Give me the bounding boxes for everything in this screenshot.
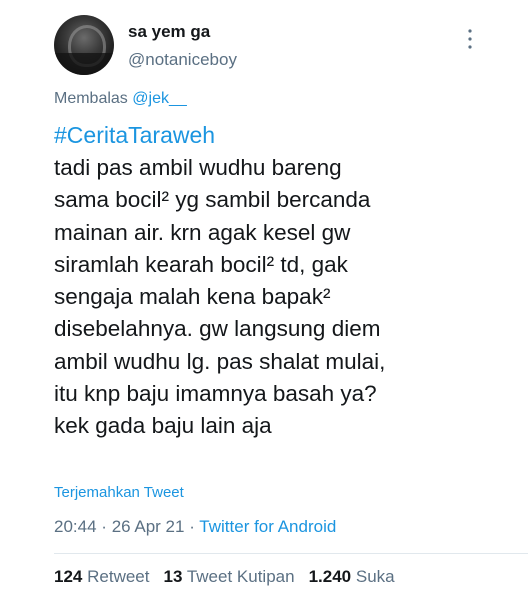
tweet-text-line: sengaja malah kena bapak²: [54, 284, 331, 310]
replying-to-handle[interactable]: @jek__: [132, 90, 187, 107]
tweet-text-line: siramlah kearah bocil² td, gak: [54, 251, 348, 277]
divider: [54, 553, 528, 554]
meta-separator: ·: [189, 517, 195, 536]
tweet-text-line: mainan air. krn agak kesel gw: [54, 219, 351, 245]
tweet-text-line: itu knp baju imamnya basah ya?: [54, 381, 377, 407]
tweet-text-line: ambil wudhu lg. pas shalat mulai,: [54, 348, 386, 374]
quotes-label: Tweet Kutipan: [186, 567, 295, 586]
retweets-stat[interactable]: 124 Retweet: [54, 567, 149, 586]
tweet-text-line: tadi pas ambil wudhu bareng: [54, 155, 342, 180]
meta-separator: ·: [101, 517, 107, 536]
translate-tweet-link[interactable]: Terjemahkan Tweet: [54, 484, 184, 501]
tweet-time[interactable]: 20:44: [54, 517, 97, 536]
display-name[interactable]: sa yem ga: [128, 22, 210, 42]
quotes-stat[interactable]: 13 Tweet Kutipan: [163, 567, 294, 586]
likes-stat[interactable]: 1.240 Suka: [309, 567, 395, 586]
replying-to-prefix: Membalas: [54, 90, 128, 107]
tweet-card: sa yem ga @notaniceboy Membalas @jek__ #…: [0, 0, 528, 609]
retweets-count: 124: [54, 567, 83, 586]
likes-count: 1.240: [308, 567, 352, 586]
quotes-count: 13: [163, 567, 183, 586]
tweet-text-line: disebelahnya. gw langsung diem: [54, 316, 381, 342]
hashtag-link[interactable]: #CeritaTaraweh: [54, 122, 215, 149]
tweet-text-line: sama bocil² yg sambil bercanda: [54, 187, 371, 213]
tweet-date[interactable]: 26 Apr 21: [112, 517, 185, 536]
more-options-icon[interactable]: [466, 28, 474, 50]
tweet-text: tadi pas ambil wudhu bareng sama bocil² …: [54, 152, 514, 443]
tweet-text-line: kek gada baju lain aja: [54, 413, 272, 439]
username[interactable]: @notaniceboy: [128, 50, 237, 70]
likes-label: Suka: [355, 567, 395, 586]
avatar[interactable]: [54, 15, 114, 75]
tweet-meta: 20:44 · 26 Apr 21 · Twitter for Android: [54, 517, 336, 537]
tweet-stats: 124 Retweet 13 Tweet Kutipan 1.240 Suka: [54, 567, 395, 587]
tweet-source-link[interactable]: Twitter for Android: [199, 517, 336, 536]
retweets-label: Retweet: [87, 567, 150, 586]
avatar-shade: [54, 53, 114, 75]
replying-to: Membalas @jek__: [54, 90, 187, 108]
